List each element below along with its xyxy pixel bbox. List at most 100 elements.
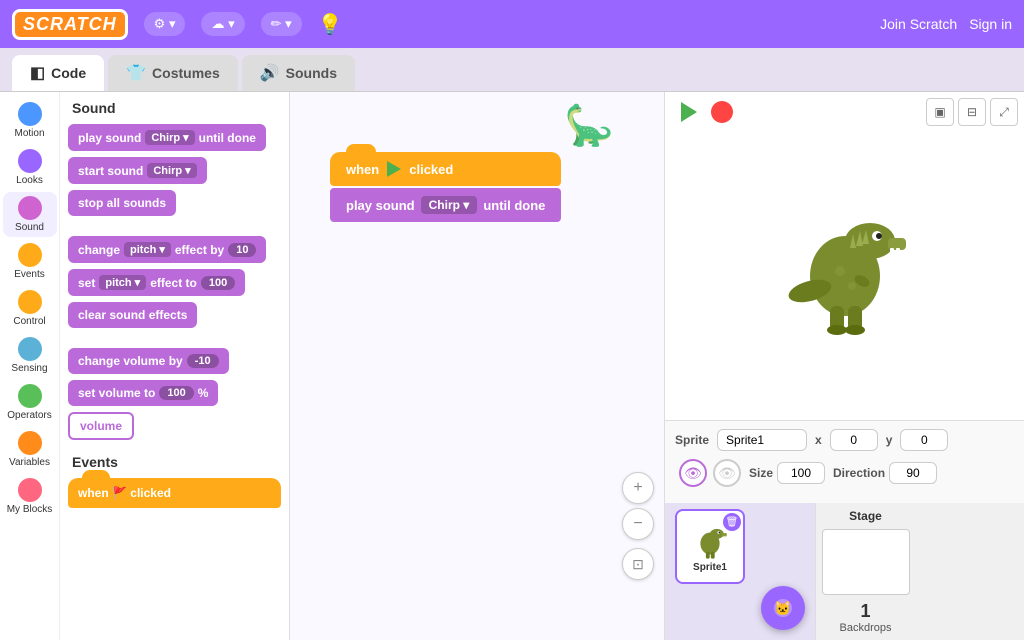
lightbulb-icon[interactable]: 💡 bbox=[318, 12, 343, 37]
category-looks[interactable]: Looks bbox=[3, 145, 57, 190]
stop-button[interactable] bbox=[711, 101, 733, 123]
block-set-volume[interactable]: set volume to 100 % bbox=[68, 380, 218, 406]
code-tab-icon: ◧ bbox=[30, 63, 45, 83]
right-panel: ▣ ⊟ ⤢ bbox=[664, 92, 1024, 640]
motion-dot bbox=[18, 102, 42, 126]
category-motion[interactable]: Motion bbox=[3, 98, 57, 143]
block-text: change bbox=[78, 243, 120, 257]
sensing-dot bbox=[18, 337, 42, 361]
block-text2: effect by bbox=[175, 243, 224, 257]
effect-dropdown2[interactable]: pitch ▾ bbox=[99, 275, 146, 290]
effect-value2[interactable]: 100 bbox=[201, 276, 235, 290]
dino-display bbox=[665, 92, 1024, 420]
tab-sounds[interactable]: 🔊 Sounds bbox=[242, 55, 355, 91]
sprite-name-input[interactable] bbox=[717, 429, 807, 451]
stage-thumbnail[interactable] bbox=[822, 529, 910, 595]
code-block-play-sound[interactable]: play sound Chirp ▾ until done bbox=[330, 188, 561, 222]
sprite-label: Sprite bbox=[675, 433, 709, 447]
hide-sprite-button[interactable]: 👁 bbox=[713, 459, 741, 487]
category-events-label: Events bbox=[14, 269, 45, 280]
sprite-info-row2: 👁 👁 Size Direction bbox=[675, 459, 1014, 487]
tab-costumes[interactable]: 👕 Costumes bbox=[108, 55, 238, 91]
effect-value[interactable]: 10 bbox=[228, 243, 256, 257]
show-sprite-button[interactable]: 👁 bbox=[679, 459, 707, 487]
sprite-delete-button[interactable]: 🗑 bbox=[723, 513, 741, 531]
category-sensing-label: Sensing bbox=[11, 363, 47, 374]
scratch-logo[interactable]: SCRATCH bbox=[12, 9, 128, 40]
sprite-icons: 👁 👁 bbox=[679, 459, 741, 487]
block-change-volume[interactable]: change volume by -10 bbox=[68, 348, 229, 374]
events-dot bbox=[18, 243, 42, 267]
volume-value2[interactable]: 100 bbox=[159, 386, 193, 400]
code-text-until: until done bbox=[483, 198, 545, 213]
category-variables[interactable]: Variables bbox=[3, 427, 57, 472]
category-control[interactable]: Control bbox=[3, 286, 57, 331]
main-area: Motion Looks Sound Events Control Sensin… bbox=[0, 92, 1024, 640]
tab-sounds-label: Sounds bbox=[286, 65, 337, 81]
add-sprite-button[interactable]: 🐱 bbox=[761, 586, 805, 630]
looks-dot bbox=[18, 149, 42, 173]
sprite-thumb-sprite1[interactable]: 🗑 Sprite1 bbox=[675, 509, 745, 584]
x-input[interactable] bbox=[830, 429, 878, 451]
direction-label: Direction bbox=[833, 466, 885, 480]
block-text: clear sound effects bbox=[78, 308, 187, 322]
block-set-pitch-effect[interactable]: set pitch ▾ effect to 100 bbox=[68, 269, 245, 296]
signin-button[interactable]: Sign in bbox=[969, 16, 1012, 32]
x-label: x bbox=[815, 433, 822, 447]
category-myblocks[interactable]: My Blocks bbox=[3, 474, 57, 519]
dino-svg bbox=[780, 176, 910, 336]
volume-value[interactable]: -10 bbox=[187, 354, 219, 368]
category-control-label: Control bbox=[13, 316, 45, 327]
settings-button[interactable]: ⚙ ▾ bbox=[144, 12, 186, 36]
code-sound-dropdown[interactable]: Chirp ▾ bbox=[421, 196, 478, 214]
size-input[interactable] bbox=[777, 462, 825, 484]
fullscreen-button[interactable]: ⤢ bbox=[990, 98, 1018, 126]
effect-dropdown[interactable]: pitch ▾ bbox=[124, 242, 171, 257]
fit-button[interactable]: ⊡ bbox=[622, 548, 654, 580]
block-volume-reporter[interactable]: volume bbox=[68, 412, 134, 440]
y-input[interactable] bbox=[900, 429, 948, 451]
block-stop-all-sounds[interactable]: stop all sounds bbox=[68, 190, 176, 216]
sprites-list: 🗑 Sprite1 bbox=[665, 503, 755, 640]
size-label: Size bbox=[749, 466, 773, 480]
block-suffix: % bbox=[198, 386, 209, 400]
block-play-sound-until-done[interactable]: play sound Chirp ▾ until done bbox=[68, 124, 266, 151]
sound-dropdown2[interactable]: Chirp ▾ bbox=[147, 163, 196, 178]
block-when-flag-clicked-panel[interactable]: when 🚩 clicked bbox=[68, 478, 281, 508]
category-myblocks-label: My Blocks bbox=[7, 504, 53, 515]
edit-button[interactable]: ✏ ▾ bbox=[261, 12, 302, 36]
svg-text:🐱: 🐱 bbox=[774, 600, 791, 616]
block-text: set bbox=[78, 276, 95, 290]
green-flag-button[interactable] bbox=[675, 98, 703, 126]
hat-block-when-flag-clicked[interactable]: when clicked bbox=[330, 152, 561, 186]
hat-bump bbox=[346, 144, 376, 160]
block-clear-sound-effects[interactable]: clear sound effects bbox=[68, 302, 197, 328]
sprite-size-group: Size bbox=[749, 462, 825, 484]
tutorials-button[interactable]: ☁ ▾ bbox=[201, 12, 244, 36]
stage-view-buttons: ▣ ⊟ ⤢ bbox=[926, 98, 1018, 126]
block-start-sound[interactable]: start sound Chirp ▾ bbox=[68, 157, 207, 184]
zoom-in-button[interactable]: + bbox=[622, 472, 654, 504]
green-flag-icon bbox=[385, 160, 403, 178]
large-stage-button[interactable]: ⊟ bbox=[958, 98, 986, 126]
zoom-out-button[interactable]: − bbox=[622, 508, 654, 540]
block-change-pitch-effect[interactable]: change pitch ▾ effect by 10 bbox=[68, 236, 266, 263]
join-button[interactable]: Join Scratch bbox=[880, 16, 957, 32]
stage-panel-title: Stage bbox=[849, 509, 882, 523]
direction-input[interactable] bbox=[889, 462, 937, 484]
hat-bump-panel bbox=[82, 470, 110, 484]
direction-group: Direction bbox=[833, 462, 937, 484]
workspace[interactable]: 🦕 when clicked play sound Chirp ▾ until … bbox=[290, 92, 664, 640]
top-nav: SCRATCH ⚙ ▾ ☁ ▾ ✏ ▾ 💡 Join Scratch Sign … bbox=[0, 0, 1024, 48]
small-stage-button[interactable]: ▣ bbox=[926, 98, 954, 126]
block-text2: effect to bbox=[150, 276, 197, 290]
category-sensing[interactable]: Sensing bbox=[3, 333, 57, 378]
category-events[interactable]: Events bbox=[3, 239, 57, 284]
category-operators[interactable]: Operators bbox=[3, 380, 57, 425]
tab-code[interactable]: ◧ Code bbox=[12, 55, 104, 91]
sprite-info-panel: Sprite x y 👁 👁 Size Direction bbox=[665, 420, 1024, 503]
sound-dropdown[interactable]: Chirp ▾ bbox=[145, 130, 194, 145]
add-sprite-icon: 🐱 bbox=[772, 597, 794, 619]
category-sound[interactable]: Sound bbox=[3, 192, 57, 237]
operators-dot bbox=[18, 384, 42, 408]
